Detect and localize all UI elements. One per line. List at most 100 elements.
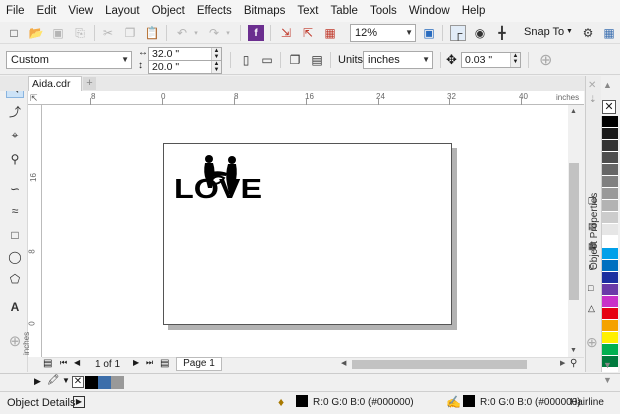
- docker-icon[interactable]: □: [588, 283, 593, 293]
- menu-text[interactable]: Text: [291, 0, 324, 22]
- details-expand-icon[interactable]: ▶: [73, 396, 85, 408]
- scroll-right-icon[interactable]: ▶: [560, 359, 565, 367]
- color-swatch[interactable]: [602, 176, 618, 188]
- full-screen-preview-icon[interactable]: ▣: [421, 25, 437, 41]
- docker-icon[interactable]: △: [588, 303, 595, 314]
- first-page-icon[interactable]: ⏮: [60, 358, 67, 368]
- horizontal-ruler[interactable]: 8 0 8 16 24 32 40 inches: [28, 91, 584, 105]
- menu-object[interactable]: Object: [146, 0, 191, 22]
- color-swatch[interactable]: [602, 128, 618, 140]
- redo-dropdown-icon[interactable]: ▾: [220, 25, 236, 41]
- color-swatch[interactable]: [602, 332, 618, 344]
- copy-icon[interactable]: ❐: [122, 25, 138, 41]
- page-height-field[interactable]: 20.0 " ▲ ▼: [148, 60, 222, 74]
- import-icon[interactable]: ⇲: [278, 25, 294, 41]
- publish-pdf-icon[interactable]: ▦: [322, 25, 338, 41]
- current-page-icon[interactable]: ▤: [308, 51, 326, 69]
- scroll-left-icon[interactable]: ◀: [341, 359, 346, 367]
- zoom-tool-icon[interactable]: ⚲: [6, 150, 24, 168]
- color-swatch[interactable]: [602, 248, 618, 260]
- next-page-icon[interactable]: ▶: [133, 358, 139, 367]
- palette-scroll-down-icon[interactable]: ▼: [603, 375, 612, 385]
- show-rulers-icon[interactable]: ┌: [450, 25, 466, 41]
- search-content-icon[interactable]: f: [248, 25, 264, 41]
- outline-color-swatch[interactable]: [463, 395, 475, 407]
- previous-page-icon[interactable]: ◀: [74, 358, 80, 367]
- color-swatch[interactable]: [602, 116, 618, 128]
- fill-color-swatch[interactable]: [296, 395, 308, 407]
- menu-file[interactable]: File: [0, 0, 31, 22]
- color-swatch[interactable]: [602, 344, 618, 356]
- color-swatch[interactable]: [602, 200, 618, 212]
- recent-color-swatch[interactable]: [98, 376, 111, 389]
- landscape-icon[interactable]: ▭: [258, 51, 276, 69]
- rectangle-tool-icon[interactable]: □: [6, 226, 24, 244]
- vertical-ruler[interactable]: 16 8 0 inches: [22, 105, 42, 357]
- document-tab[interactable]: Aida.cdr: [28, 76, 82, 91]
- spinner-icon[interactable]: ▲ ▼: [211, 61, 221, 73]
- color-swatch[interactable]: [602, 212, 618, 224]
- menu-table[interactable]: Table: [324, 0, 364, 22]
- horizontal-scroll-thumb[interactable]: [352, 360, 527, 369]
- ruler-origin-icon[interactable]: ⇱: [30, 93, 38, 104]
- color-swatch[interactable]: [602, 260, 618, 272]
- menu-layout[interactable]: Layout: [99, 0, 146, 22]
- page-size-select[interactable]: Custom ▼: [6, 51, 132, 69]
- all-pages-icon[interactable]: ❐: [286, 51, 304, 69]
- color-swatch[interactable]: [602, 296, 618, 308]
- scroll-down-icon[interactable]: ▼: [570, 347, 577, 354]
- new-tab-icon[interactable]: +: [83, 77, 96, 90]
- docker-tab-object-properties[interactable]: Object Properties: [588, 190, 602, 270]
- no-color-swatch-icon[interactable]: ✕: [602, 100, 616, 114]
- spinner-icon[interactable]: ▲ ▼: [211, 48, 221, 60]
- show-grid-icon[interactable]: ◉: [472, 25, 488, 41]
- options-gear-icon[interactable]: ⚙: [580, 25, 596, 41]
- color-swatch[interactable]: [602, 236, 618, 248]
- palette-scroll-up-icon[interactable]: ▲: [603, 80, 612, 90]
- no-color-swatch-icon[interactable]: ✕: [72, 376, 84, 388]
- color-swatch[interactable]: [602, 308, 618, 320]
- palette-scroll-down-icon[interactable]: ▼: [603, 360, 612, 370]
- portrait-icon[interactable]: ▯: [237, 51, 255, 69]
- eyedropper-icon[interactable]: 🖍: [47, 375, 60, 386]
- print-icon[interactable]: ⎘: [72, 25, 88, 41]
- units-select[interactable]: inches ▼: [363, 51, 433, 69]
- nudge-distance-field[interactable]: 0.03 " ▲ ▼: [461, 52, 521, 68]
- close-docker-icon[interactable]: ✕: [588, 80, 596, 91]
- paste-icon[interactable]: 📋: [144, 25, 160, 41]
- crop-tool-icon[interactable]: ⌖: [6, 126, 24, 144]
- text-tool-icon[interactable]: A: [6, 298, 24, 316]
- add-docker-icon[interactable]: ⊕: [586, 334, 598, 351]
- page-tab[interactable]: Page 1: [176, 357, 222, 371]
- snap-to-button[interactable]: Snap To: [524, 26, 564, 38]
- export-icon[interactable]: ⇱: [300, 25, 316, 41]
- menu-edit[interactable]: Edit: [31, 0, 63, 22]
- color-swatch[interactable]: [602, 284, 618, 296]
- love-artwork[interactable]: LOVE: [172, 150, 282, 210]
- scroll-up-icon[interactable]: ▲: [570, 108, 577, 115]
- add-page-before-icon[interactable]: ▤: [43, 358, 52, 369]
- last-page-icon[interactable]: ⏭: [146, 358, 153, 368]
- freehand-tool-icon[interactable]: ∽: [6, 180, 24, 198]
- open-folder-icon[interactable]: 📂: [28, 25, 44, 41]
- vertical-scroll-thumb[interactable]: [569, 163, 579, 300]
- new-document-icon[interactable]: □: [6, 25, 22, 41]
- spinner-icon[interactable]: ▲ ▼: [510, 53, 520, 67]
- polygon-tool-icon[interactable]: ⬠: [6, 270, 24, 288]
- color-swatch[interactable]: [602, 320, 618, 332]
- palette-dropdown-icon[interactable]: ▼: [62, 376, 70, 385]
- zoom-pan-icon[interactable]: ⚲: [570, 358, 577, 369]
- menu-view[interactable]: View: [62, 0, 99, 22]
- recent-color-swatch[interactable]: [85, 376, 98, 389]
- menu-bitmaps[interactable]: Bitmaps: [238, 0, 292, 22]
- color-swatch[interactable]: [602, 164, 618, 176]
- zoom-level-select[interactable]: 12% ▼: [350, 24, 416, 42]
- drawing-page[interactable]: LOVE: [163, 143, 452, 325]
- add-preset-icon[interactable]: ⊕: [539, 50, 552, 70]
- show-guidelines-icon[interactable]: ╋: [494, 25, 510, 41]
- undo-dropdown-icon[interactable]: ▾: [188, 25, 204, 41]
- menu-tools[interactable]: Tools: [364, 0, 403, 22]
- menu-help[interactable]: Help: [456, 0, 492, 22]
- palette-menu-icon[interactable]: ▶: [34, 376, 41, 387]
- application-launcher-icon[interactable]: ▦: [601, 25, 617, 41]
